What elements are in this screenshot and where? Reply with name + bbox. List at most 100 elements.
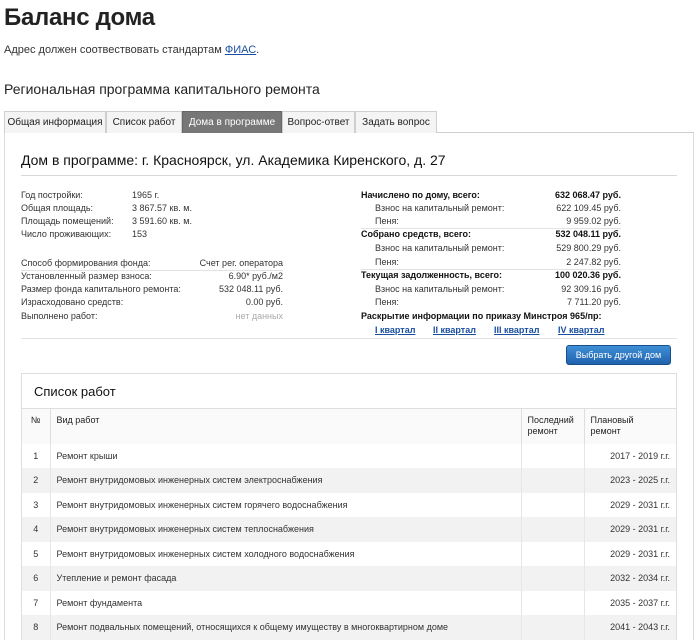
premises-area-value: 3 591.60 кв. м. [132,216,192,226]
accrued-contribution-value: 622 109.45 руб. [556,203,621,213]
tab-works-list[interactable]: Список работ [106,111,182,133]
fias-link[interactable]: ФИАС [225,44,256,56]
works-table: № Вид работ Последний ремонт Плановый ремо… [22,408,676,640]
build-year-label: Год постройки: [21,190,83,200]
quarter-4-link[interactable]: IV квартал [558,325,604,335]
row-last-repair [521,590,585,615]
row-work-type: Ремонт внутридомовых инженерных систем г… [50,492,522,517]
row-last-repair [521,517,585,542]
table-row: 2 Ремонт внутридомовых инженерных систем … [22,468,676,493]
row-number: 1 [22,443,51,468]
house-title: Дом в программе: г. Красноярск, ул. Акад… [21,152,446,168]
row-number: 4 [22,517,51,542]
total-area-label: Общая площадь: [21,203,94,213]
quarter-3-link[interactable]: III квартал [494,325,539,335]
fund-method-label: Способ формирования фонда: [21,258,151,268]
header-planned-repair: Плановый ремонт [584,408,676,444]
collected-total-label: Собрано средств, всего: [361,229,471,239]
quarter-2-link[interactable]: II квартал [433,325,476,335]
header-planned-repair-line1: Плановый [590,415,634,425]
quarter-1-link[interactable]: I квартал [375,325,415,335]
contribution-value: 6.90* руб./м2 [228,271,283,281]
accrued-penalty-value: 9 959.02 руб. [566,216,621,226]
works-header-row: № Вид работ Последний ремонт Плановый ремо… [22,408,676,444]
header-last-repair-line2: ремонт [527,426,558,436]
header-work-type: Вид работ [50,408,522,444]
build-year-value: 1965 г. [132,190,160,200]
tab-general-info[interactable]: Общая информация [4,111,106,133]
row-work-type: Ремонт подвальных помещений, относящихся… [50,615,522,640]
row-work-type: Ремонт фундамента [50,590,522,615]
tab-bar: Общая информация Список работ Дома в про… [4,111,694,133]
row-planned-repair: 2029 - 2031 г.г. [610,499,670,510]
residents-label: Число проживающих: [21,229,112,239]
collected-penalty-value: 2 247.82 руб. [566,257,621,267]
table-row: 1 Ремонт крыши 2017 - 2019 г.г. [22,443,676,468]
debt-contribution-value: 92 309.16 руб. [561,284,621,294]
address-note-text: Адрес должен соотвествовать стандартам [4,44,225,56]
row-work-type: Ремонт внутридомовых инженерных систем э… [50,468,522,493]
row-last-repair [521,468,585,493]
works-list: Список работ № Вид работ Последний ремонт… [21,373,677,640]
choose-other-house-button[interactable]: Выбрать другой дом [566,345,671,365]
collected-penalty-label: Пеня: [375,257,399,267]
row-last-repair [521,492,585,517]
residents-value: 153 [132,229,148,239]
header-planned-repair-line2: ремонт [590,426,621,436]
row-number: 6 [22,566,51,591]
row-number: 8 [22,615,51,640]
debt-contribution-label: Взнос на капитальный ремонт: [375,284,505,294]
works-list-title: Список работ [34,384,116,399]
debt-total-label: Текущая задолженность, всего: [361,270,502,280]
section-title: Региональная программа капитального ремо… [4,81,320,97]
row-planned-repair: 2032 - 2034 г.г. [584,566,676,591]
fund-method-value: Счет рег. оператора [199,258,283,268]
row-last-repair [521,443,585,468]
accrued-penalty-label: Пеня: [375,216,399,226]
spent-label: Израсходовано средств: [21,297,124,307]
row-planned-repair: 2029 - 2031 г.г. [584,517,676,542]
table-row: 6 Утепление и ремонт фасада 2032 - 2034 г.… [22,566,676,591]
total-area-value: 3 867.57 кв. м. [132,203,192,213]
page-title: Баланс дома [4,4,155,31]
fund-size-label: Размер фонда капитального ремонта: [21,284,181,294]
row-number: 7 [22,590,51,615]
row-number: 5 [22,541,51,566]
tab-houses-in-program[interactable]: Дома в программе [182,111,282,133]
tab-ask-question[interactable]: Задать вопрос [355,111,437,133]
row-planned-repair: 2041 - 2043 г.г. [584,615,676,640]
table-row: 3 Ремонт внутридомовых инженерных систем … [22,492,676,517]
header-number: № [22,408,51,444]
accrued-total-value: 632 068.47 руб. [555,190,621,200]
accrued-contribution-label: Взнос на капитальный ремонт: [375,203,505,213]
accrued-total-label: Начислено по дому, всего: [361,190,480,200]
row-work-type: Утепление и ремонт фасада [50,566,522,591]
table-row: 8 Ремонт подвальных помещений, относящихс… [22,615,676,640]
debt-penalty-label: Пеня: [375,297,399,307]
tab-faq[interactable]: Вопрос-ответ [282,111,355,133]
collected-total-value: 532 048.11 руб. [555,229,622,239]
works-done-label: Выполнено работ: [21,311,98,321]
row-planned-repair: 2017 - 2019 г.г. [610,450,670,461]
row-number: 3 [22,492,51,517]
row-planned-repair: 2023 - 2025 г.г. [584,468,676,493]
address-note: Адрес должен соотвествовать стандартам Ф… [4,44,259,56]
works-done-value: нет данных [235,311,283,321]
collected-contribution-value: 529 800.29 руб. [556,243,621,253]
table-row: 4 Ремонт внутридомовых инженерных систем … [22,517,676,542]
disclosure-title: Раскрытие информации по приказу Минстроя… [361,311,602,321]
row-work-type: Ремонт внутридомовых инженерных систем т… [50,517,522,542]
header-last-repair: Последний ремонт [521,408,585,444]
row-last-repair [521,541,585,566]
debt-total-value: 100 020.36 руб. [555,270,621,280]
row-last-repair [521,566,585,591]
disclosure-divider [21,338,677,339]
fund-size-value: 532 048.11 руб. [218,284,283,294]
row-last-repair [521,615,585,640]
row-work-type: Ремонт внутридомовых инженерных систем х… [50,541,522,566]
house-panel: Дом в программе: г. Красноярск, ул. Акад… [4,133,694,640]
table-row: 5 Ремонт внутридомовых инженерных систем … [22,541,676,566]
header-last-repair-line1: Последний [527,415,574,425]
row-number: 2 [22,468,51,493]
spent-value: 0.00 руб. [245,297,283,307]
